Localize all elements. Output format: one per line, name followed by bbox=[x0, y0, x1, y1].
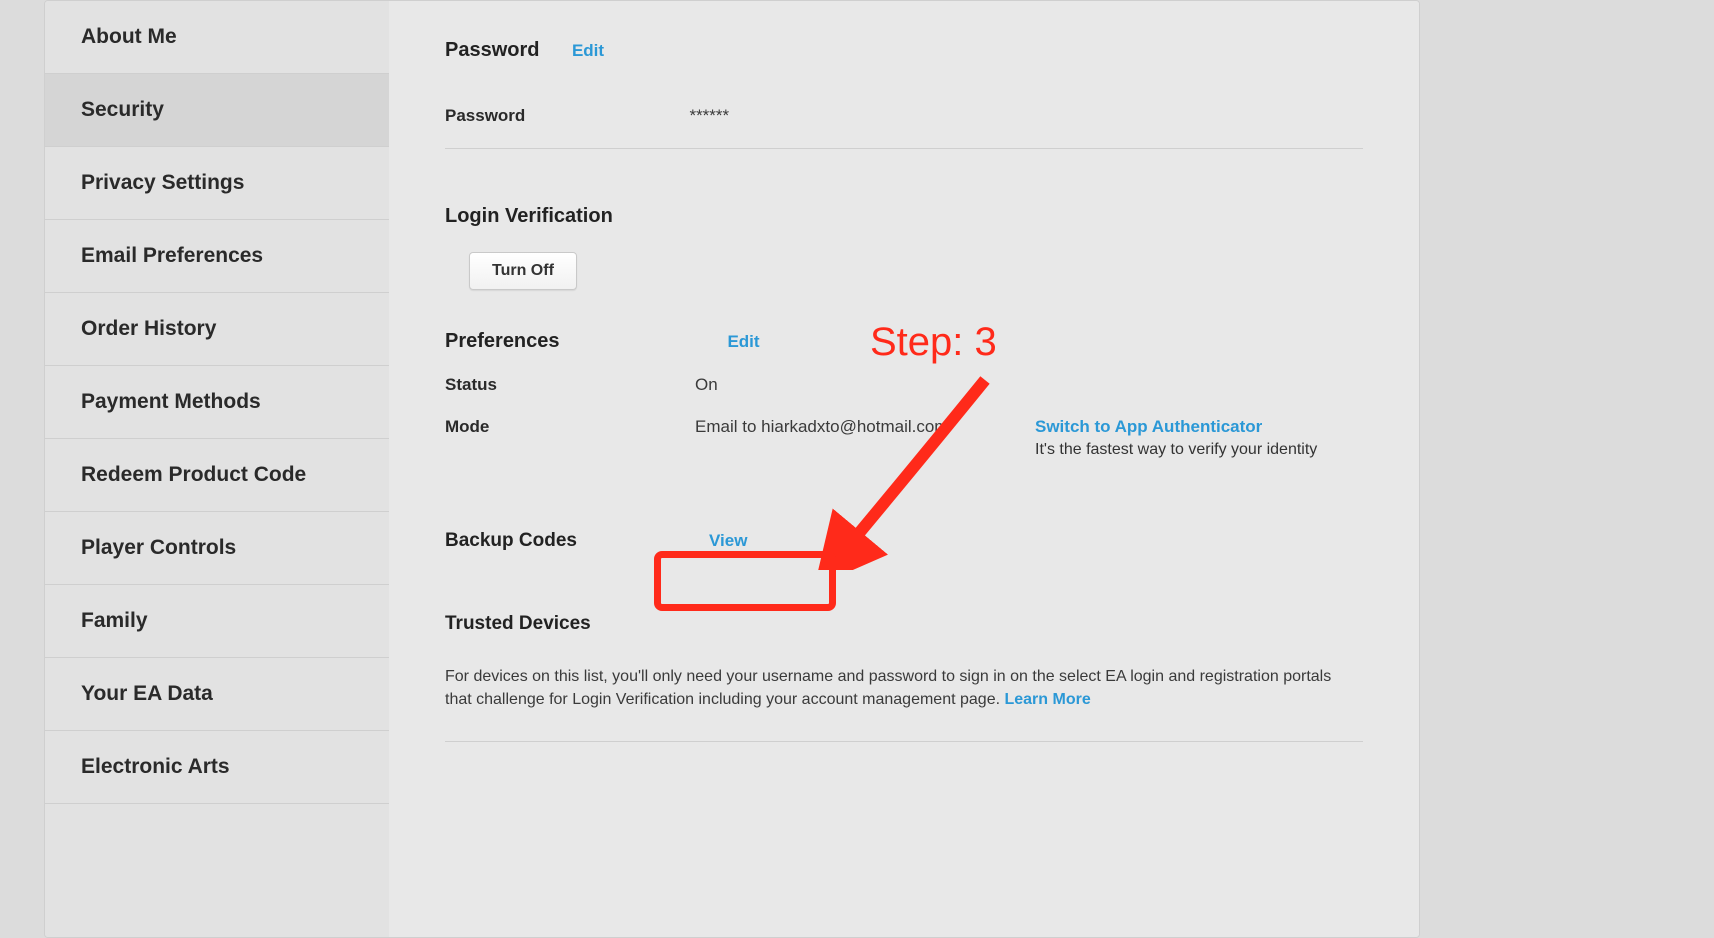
sidebar-item-email-preferences[interactable]: Email Preferences bbox=[45, 220, 389, 293]
login-verification-section: Login Verification Turn Off Preferences … bbox=[445, 205, 1363, 459]
sidebar-item-your-ea-data[interactable]: Your EA Data bbox=[45, 658, 389, 731]
sidebar-item-player-controls[interactable]: Player Controls bbox=[45, 512, 389, 585]
sidebar-item-redeem-product-code[interactable]: Redeem Product Code bbox=[45, 439, 389, 512]
switch-to-app-authenticator-link[interactable]: Switch to App Authenticator bbox=[1035, 417, 1363, 437]
sidebar-item-order-history[interactable]: Order History bbox=[45, 293, 389, 366]
switch-subtext: It's the fastest way to verify your iden… bbox=[1035, 441, 1335, 459]
password-section: Password Edit Password ****** bbox=[445, 39, 1363, 149]
trusted-devices-text: For devices on this list, you'll only ne… bbox=[445, 665, 1345, 711]
backup-codes-view-link[interactable]: View bbox=[695, 527, 761, 555]
backup-codes-heading: Backup Codes bbox=[445, 530, 695, 552]
password-heading: Password bbox=[445, 39, 539, 62]
trusted-devices-section: Trusted Devices For devices on this list… bbox=[445, 613, 1363, 742]
login-verification-heading: Login Verification bbox=[445, 205, 1363, 228]
divider bbox=[445, 741, 1363, 742]
password-label: Password bbox=[445, 106, 685, 126]
mode-label: Mode bbox=[445, 417, 695, 437]
status-label: Status bbox=[445, 375, 695, 395]
learn-more-link[interactable]: Learn More bbox=[1004, 691, 1090, 708]
preferences-heading: Preferences bbox=[445, 330, 695, 353]
mode-value: Email to hiarkadxto@hotmail.com bbox=[695, 417, 1035, 437]
password-edit-link[interactable]: Edit bbox=[572, 41, 604, 60]
settings-page: About Me Security Privacy Settings Email… bbox=[44, 0, 1420, 938]
trusted-devices-description: For devices on this list, you'll only ne… bbox=[445, 668, 1331, 708]
sidebar-item-family[interactable]: Family bbox=[45, 585, 389, 658]
backup-codes-section: Backup Codes View bbox=[445, 527, 1363, 555]
status-value: On bbox=[695, 375, 1035, 395]
sidebar-item-electronic-arts[interactable]: Electronic Arts bbox=[45, 731, 389, 804]
divider bbox=[445, 148, 1363, 149]
trusted-devices-heading: Trusted Devices bbox=[445, 613, 1363, 635]
main-content: Password Edit Password ****** Login Veri… bbox=[389, 1, 1419, 937]
sidebar-nav: About Me Security Privacy Settings Email… bbox=[45, 1, 389, 937]
turn-off-button[interactable]: Turn Off bbox=[469, 252, 577, 290]
sidebar-item-payment-methods[interactable]: Payment Methods bbox=[45, 366, 389, 439]
sidebar-item-about-me[interactable]: About Me bbox=[45, 1, 389, 74]
sidebar-item-privacy-settings[interactable]: Privacy Settings bbox=[45, 147, 389, 220]
sidebar-item-security[interactable]: Security bbox=[45, 74, 389, 147]
password-value: ****** bbox=[689, 106, 729, 126]
preferences-edit-link[interactable]: Edit bbox=[727, 332, 759, 351]
